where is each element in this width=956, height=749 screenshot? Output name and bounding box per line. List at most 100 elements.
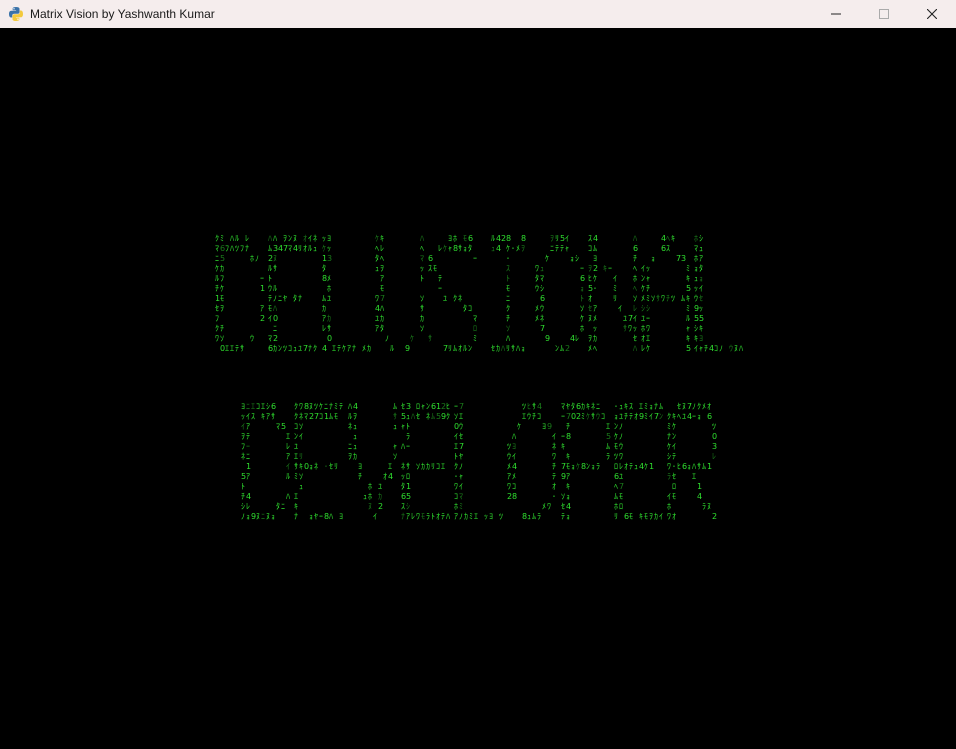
matrix-glyph: ﾕ [327, 294, 331, 303]
matrix-glyph: ﾚ [322, 324, 326, 333]
matrix-glyph: ｰ [246, 442, 250, 451]
matrix-glyph: ﾊ [268, 234, 272, 243]
matrix-glyph: ﾅ [352, 344, 356, 353]
matrix-glyph: ﾖ [339, 512, 343, 521]
matrix-glyph: ｸ [453, 294, 457, 303]
matrix-glyph: ･ [614, 402, 618, 411]
matrix-glyph: ｼ [406, 502, 410, 511]
matrix-glyph: ﾊ [329, 512, 333, 521]
matrix-glyph: ｮ [463, 244, 467, 253]
matrix-glyph: ﾙ [348, 412, 352, 421]
matrix-glyph: ｲ [454, 432, 458, 441]
matrix-glyph: ﾘ [613, 294, 617, 303]
matrix-glyph: ﾚ [712, 452, 716, 461]
matrix-glyph: ﾏ [268, 334, 272, 343]
maximize-button[interactable] [860, 0, 908, 28]
matrix-glyph: ﾚ [245, 234, 249, 243]
matrix-glyph: ｹ [580, 314, 584, 323]
matrix-glyph: ﾇ [734, 344, 738, 353]
matrix-glyph: ﾇ [368, 502, 372, 511]
matrix-glyph: ｰ [561, 432, 565, 441]
matrix-glyph: ﾀ [699, 264, 703, 273]
matrix-glyph: 2 [378, 502, 384, 511]
matrix-glyph: 2 [565, 344, 571, 353]
matrix-glyph: ｮ [687, 462, 691, 471]
matrix-glyph: ﾍ [614, 482, 618, 491]
matrix-glyph: ｦ [588, 264, 592, 273]
matrix-glyph: ﾅ [298, 294, 302, 303]
matrix-glyph: ﾕ [619, 412, 623, 421]
matrix-glyph: ﾜ [454, 482, 458, 491]
matrix-glyph: 2 [593, 264, 599, 273]
matrix-glyph: ｰ [473, 254, 477, 263]
matrix-glyph: ﾓ [433, 264, 437, 273]
matrix-glyph: ﾔ [314, 512, 318, 521]
matrix-glyph: ｯ [420, 264, 424, 273]
matrix-glyph: 3 [406, 402, 412, 411]
python-icon [8, 6, 24, 22]
matrix-glyph: ﾝ [555, 344, 559, 353]
matrix-glyph: ﾀ [571, 402, 575, 411]
title-bar[interactable]: Matrix Vision by Yashwanth Kumar [0, 0, 956, 28]
matrix-glyph: ﾀ [535, 274, 539, 283]
close-button[interactable] [908, 0, 956, 28]
matrix-glyph: ｶ [593, 334, 597, 343]
matrix-glyph: ﾓ [334, 412, 338, 421]
matrix-glyph: ﾇ [273, 254, 277, 263]
matrix-glyph: ﾊ [506, 334, 510, 343]
matrix-glyph: ﾓ [672, 492, 676, 501]
matrix-glyph: ﾗ [406, 432, 410, 441]
matrix-glyph: ｱ [699, 254, 703, 263]
matrix-glyph: ｻ [273, 264, 277, 273]
matrix-glyph: ﾓ [619, 492, 623, 501]
matrix-glyph: ｶ [273, 344, 277, 353]
matrix-glyph: ｻ [393, 412, 397, 421]
matrix-glyph: ﾙ [491, 234, 495, 243]
matrix-glyph: ｷ [686, 274, 690, 283]
matrix-glyph: ｯ [401, 472, 405, 481]
matrix-glyph: ｭ [353, 422, 357, 431]
matrix-glyph: ﾏ [561, 402, 565, 411]
matrix-glyph: ｴ [230, 344, 234, 353]
matrix-glyph: ｿ [561, 492, 565, 501]
matrix-glyph: ｴ [261, 402, 265, 411]
matrix-glyph: ｿ [220, 334, 224, 343]
matrix-glyph: ﾑ [614, 492, 618, 501]
matrix-glyph: ｰ [580, 264, 584, 273]
matrix-glyph: ﾀ [463, 304, 467, 313]
matrix-glyph: ｽ [251, 412, 255, 421]
matrix-glyph: ｮ [694, 264, 698, 273]
matrix-glyph: ﾃ [629, 462, 633, 471]
matrix-glyph: ﾂ [499, 512, 503, 521]
matrix-glyph: ﾈ [314, 462, 318, 471]
matrix-glyph: ｹ [646, 344, 650, 353]
matrix-glyph: ｹ [644, 462, 648, 471]
matrix-glyph: ｯ [694, 284, 698, 293]
matrix-glyph: ｮ [309, 512, 313, 521]
matrix-glyph: ﾕ [682, 412, 686, 421]
matrix-glyph: ｲ [699, 284, 703, 293]
minimize-button[interactable] [812, 0, 860, 28]
matrix-glyph: ｺ [319, 412, 323, 421]
matrix-glyph: ﾕ [619, 472, 623, 481]
matrix-glyph: ﾃ [246, 432, 250, 441]
matrix-glyph: ﾐ [220, 234, 224, 243]
matrix-glyph: ｼ [540, 284, 544, 293]
matrix-glyph: ｻ [420, 304, 424, 313]
matrix-glyph: ﾐ [644, 412, 648, 421]
matrix-glyph: ﾙ [463, 344, 467, 353]
close-icon [927, 9, 937, 19]
matrix-glyph: ｽ [401, 502, 405, 511]
matrix-glyph: ｺ [288, 344, 292, 353]
matrix-glyph: ﾅ [667, 432, 671, 441]
matrix-glyph: ｸ [506, 304, 510, 313]
matrix-glyph: ｶ [654, 512, 658, 521]
matrix-glyph: ﾐ [469, 512, 473, 521]
matrix-glyph: ﾎ [641, 324, 645, 333]
matrix-glyph: ﾅ [401, 512, 405, 521]
matrix-glyph: ﾃ [268, 294, 272, 303]
matrix-glyph: ﾑ [702, 462, 706, 471]
matrix-glyph: ﾆ [246, 452, 250, 461]
matrix-glyph: 4 [593, 234, 599, 243]
matrix-glyph: ｷ [671, 234, 675, 243]
